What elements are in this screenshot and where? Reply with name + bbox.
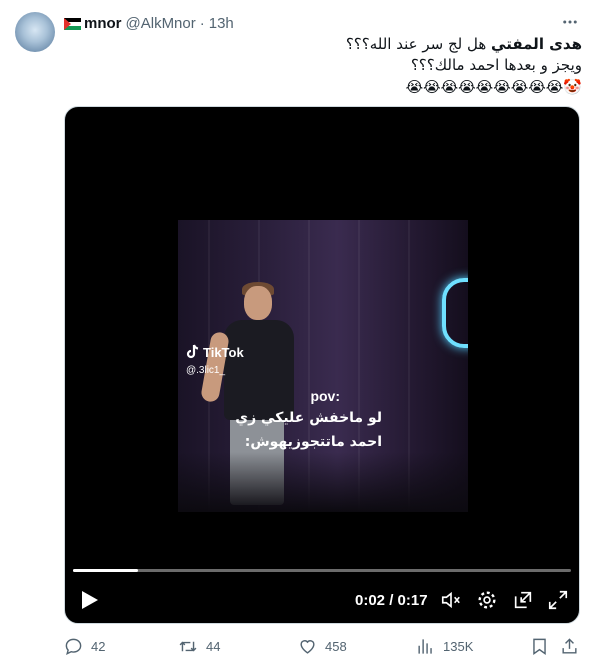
heart-icon — [300, 639, 315, 654]
tweet-text: هدى المفتي هل لج سر عند الله؟؟؟ ويجز و ب… — [64, 34, 582, 98]
tweet-mention-bold: هدى المفتي — [491, 35, 582, 53]
caption-pov: pov: — [310, 388, 340, 404]
tiktok-username: @.3lic1_ — [186, 365, 226, 376]
tweet-line-1: هدى المفتي هل لج سر عند الله؟؟؟ — [64, 34, 582, 55]
play-icon — [82, 591, 98, 609]
reply-count: 42 — [91, 638, 106, 654]
video-controls: 0:02 / 0:17 — [65, 585, 579, 615]
header-separator: · — [199, 15, 205, 32]
tweet-line-1-rest: هل لج سر عند الله؟؟؟ — [345, 35, 492, 53]
duration: 0:17 — [397, 591, 428, 609]
views-icon — [418, 638, 432, 654]
retweet-button[interactable]: 44 — [178, 637, 220, 656]
tiktok-icon — [186, 344, 199, 359]
mute-button[interactable] — [439, 588, 463, 612]
retweet-icon — [179, 641, 197, 651]
views-button[interactable]: 135K — [416, 637, 473, 656]
person-head — [244, 286, 272, 320]
person-body — [224, 320, 294, 420]
video-frame[interactable]: TikTok @.3lic1_ pov: لو ماخفش عليكي زي ا… — [178, 220, 468, 512]
caption-line-1: لو ماخفش عليكي زي — [235, 410, 382, 426]
tweet-actions: 42 44 458 135K — [64, 634, 582, 658]
share-button[interactable] — [560, 637, 587, 656]
tweet-time[interactable]: 13h — [209, 15, 234, 33]
video-progress-bar[interactable] — [73, 569, 571, 572]
more-button[interactable] — [558, 10, 582, 34]
video-player[interactable]: TikTok @.3lic1_ pov: لو ماخفش عليكي زي ا… — [64, 106, 580, 624]
tweet-header: mnor @AlkMnor · 13h — [64, 14, 584, 34]
video-progress-fill — [73, 569, 138, 572]
time-separator: / — [385, 591, 398, 609]
tweet-emojis: 🤡😭😭😭😭😭😭😭😭😭 — [405, 78, 582, 96]
fullscreen-button[interactable] — [546, 588, 570, 612]
more-icon — [563, 20, 577, 24]
display-name[interactable]: mnor — [84, 15, 122, 33]
share-icon — [562, 637, 577, 654]
bookmark-button[interactable] — [530, 637, 557, 656]
tiktok-watermark: TikTok — [186, 344, 244, 360]
user-handle[interactable]: @AlkMnor — [126, 15, 196, 33]
like-count: 458 — [325, 638, 347, 654]
stage-floor — [178, 452, 468, 512]
tweet-line-2: ويجز و بعدها احمد مالك؟؟؟ — [410, 56, 582, 74]
gear-icon — [478, 591, 496, 609]
neon-sign — [442, 278, 468, 348]
play-button[interactable] — [77, 588, 101, 612]
avatar[interactable] — [15, 12, 55, 52]
tiktok-label: TikTok — [203, 344, 244, 360]
picture-in-picture-button[interactable] — [511, 588, 535, 612]
bookmark-icon — [533, 638, 546, 655]
current-time: 0:02 — [355, 591, 386, 609]
reply-icon — [65, 638, 82, 655]
reply-button[interactable]: 42 — [64, 637, 105, 656]
flag-icon — [64, 18, 81, 30]
fullscreen-icon — [548, 590, 568, 610]
pip-icon — [514, 591, 532, 609]
video-timecode: 0:02 / 0:17 — [355, 592, 428, 609]
views-count: 135K — [443, 638, 474, 654]
settings-button[interactable] — [475, 588, 499, 612]
muted-speaker-icon — [441, 591, 460, 609]
retweet-count: 44 — [206, 638, 221, 654]
like-button[interactable]: 458 — [298, 637, 347, 656]
caption-line-2: احمد ماتتجوزيهوش: — [244, 434, 382, 450]
